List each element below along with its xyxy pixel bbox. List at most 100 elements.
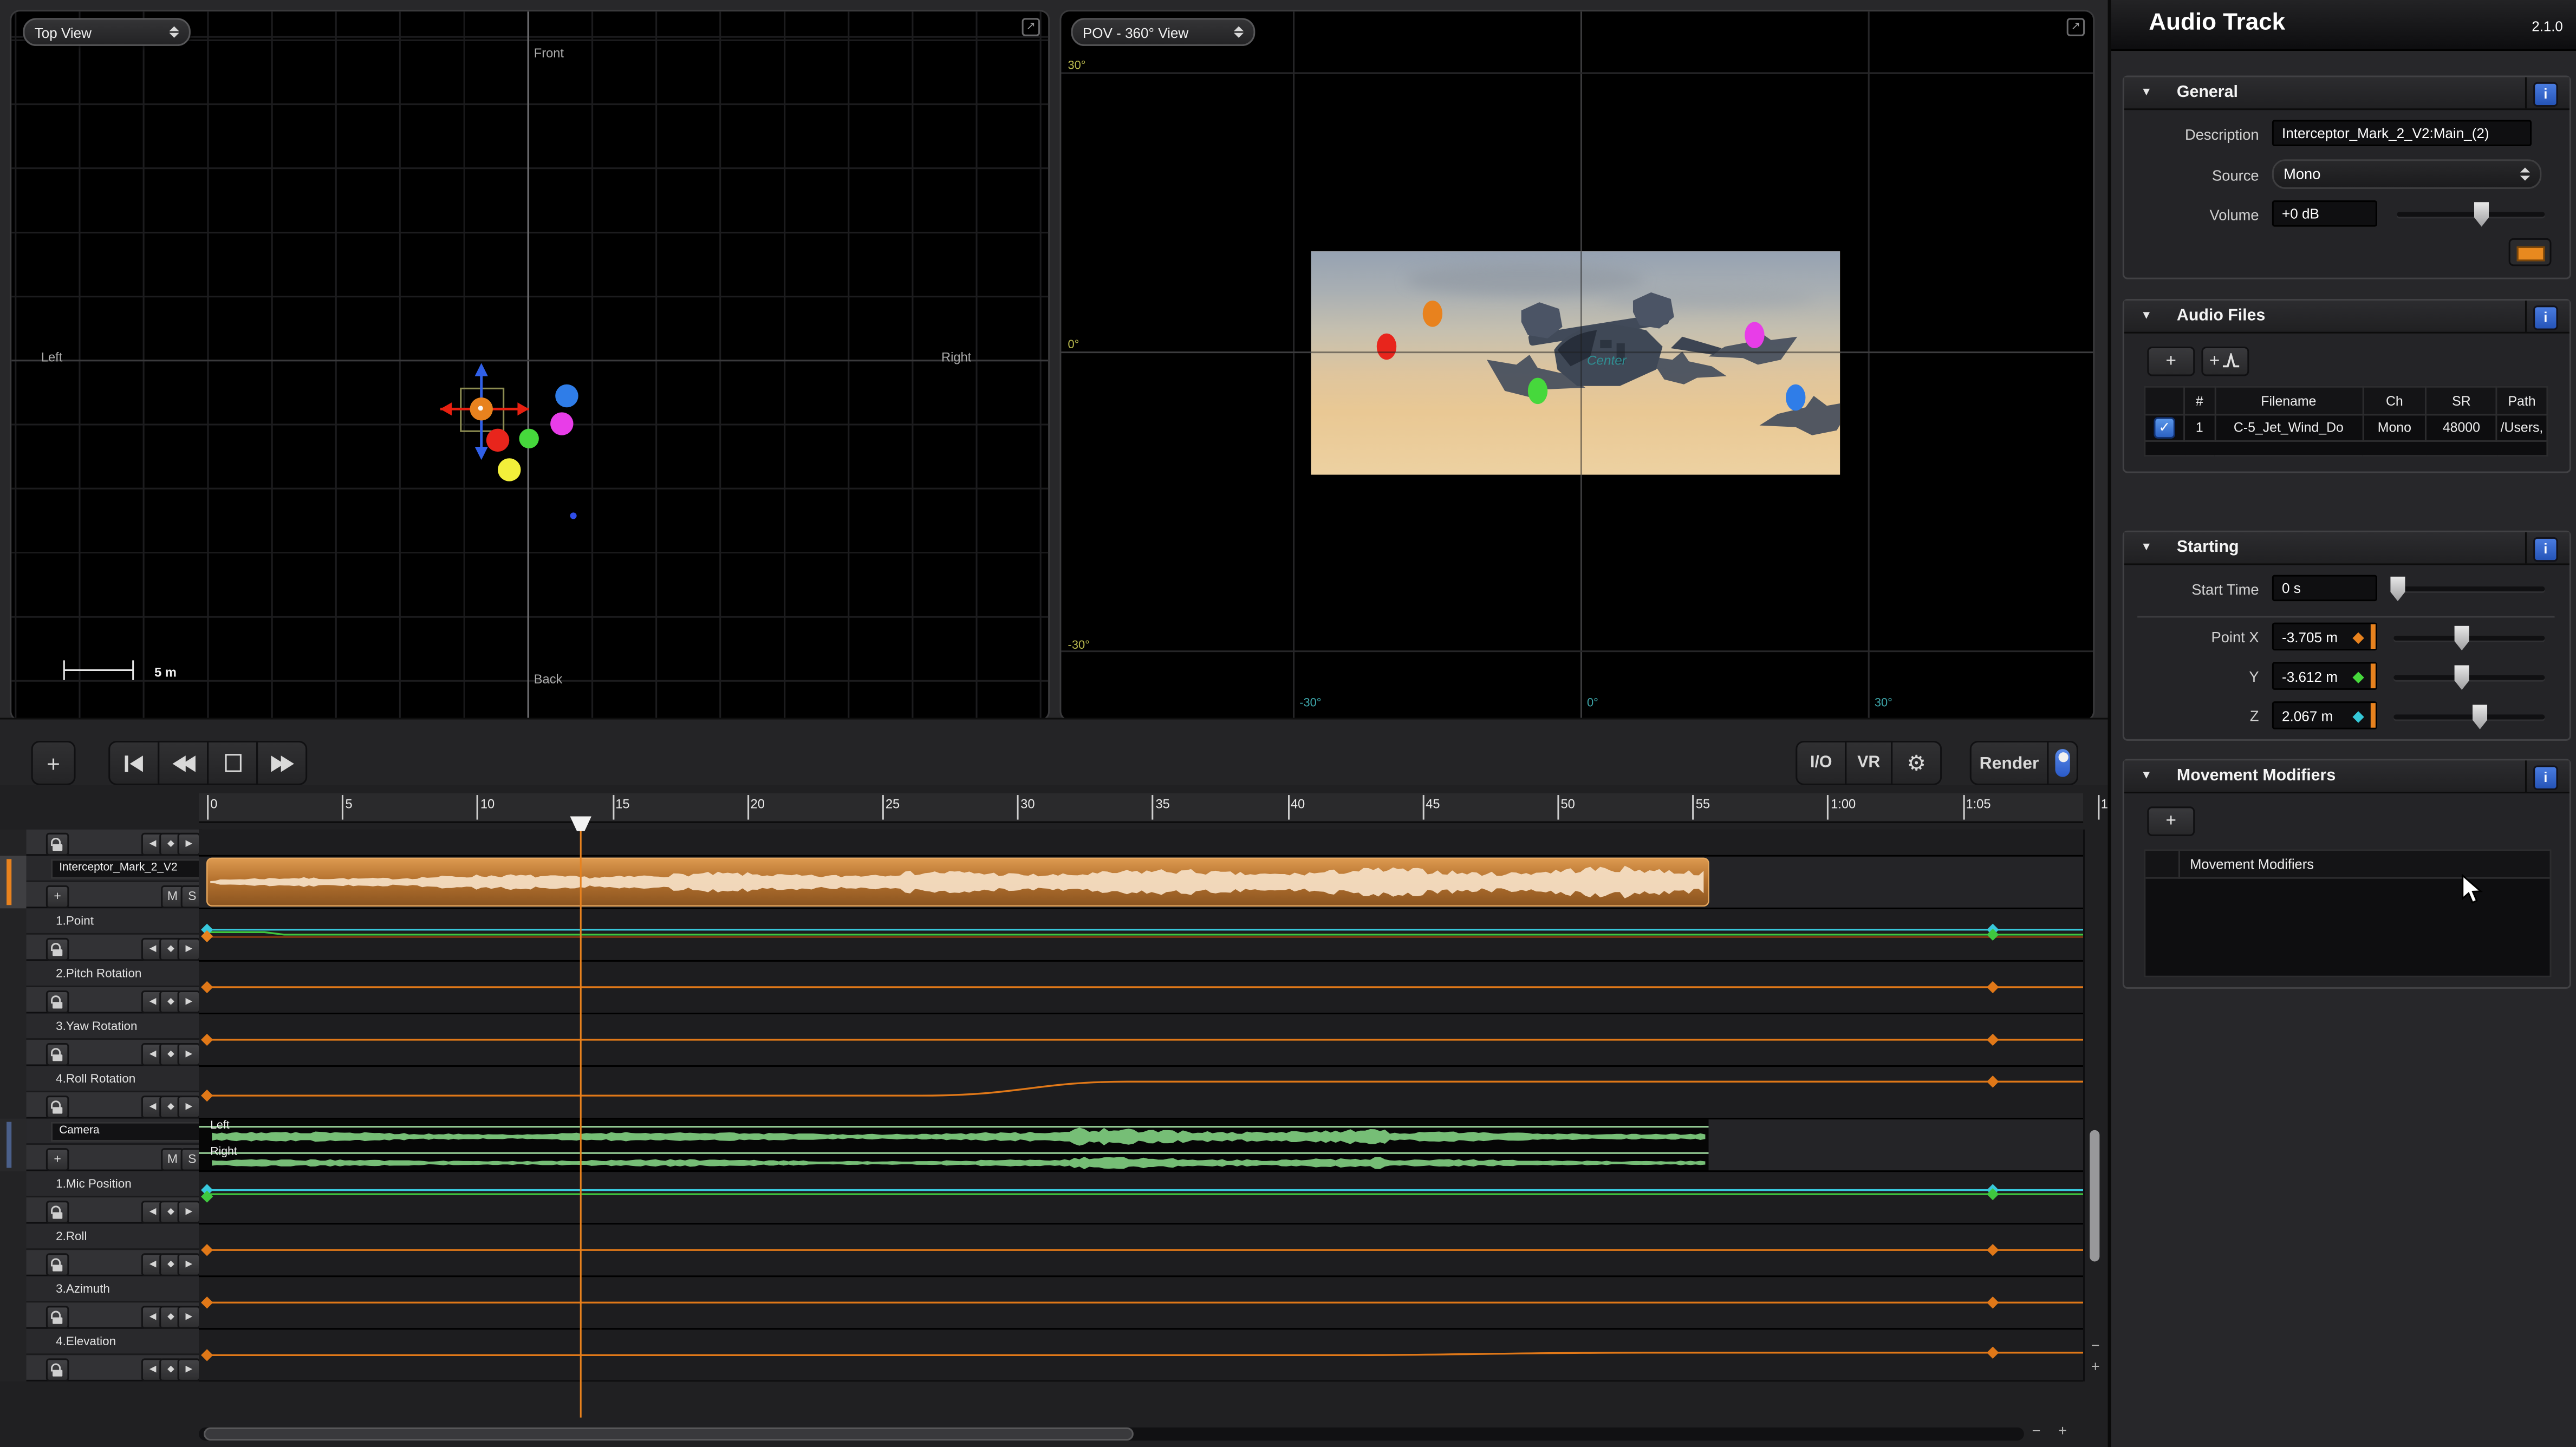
skip-to-start-button[interactable] [108,741,159,785]
next-keyframe-button[interactable]: ▶ [178,1253,200,1275]
movement-modifiers-table[interactable]: Movement Modifiers [2144,849,2551,977]
point-z-slider-handle[interactable] [2473,705,2487,729]
lock-icon[interactable] [46,1253,69,1275]
next-keyframe-button[interactable]: ▶ [178,1305,200,1328]
add-movement-modifier-button[interactable]: + [2147,806,2195,836]
section-starting-header[interactable]: ▼ Starting i [2124,532,2570,565]
collapse-triangle-icon[interactable]: ▼ [2141,310,2152,322]
start-time-field[interactable]: 0 s [2272,575,2377,602]
section-audio-files-header[interactable]: ▼ Audio Files i [2124,301,2570,334]
track-select-column[interactable] [0,856,27,908]
track-row-4.Roll Rotation[interactable]: 4.Roll Rotation [27,1066,199,1093]
next-keyframe-button[interactable]: ▶ [178,989,200,1012]
track-select-column[interactable] [0,1119,27,1171]
lock-icon[interactable] [46,1358,69,1380]
description-field[interactable]: Interceptor_Mark_2_V2:Main_(2) [2272,120,2532,146]
point-x-slider-handle[interactable] [2455,626,2469,650]
add-audio-file-waveform-button[interactable]: + [2201,347,2249,376]
collapse-triangle-icon[interactable]: ▼ [2141,87,2152,99]
info-icon[interactable]: i [2533,765,2558,790]
vertical-scrollbar[interactable] [2090,1130,2099,1262]
track-row-3.Azimuth[interactable]: 3.Azimuth [27,1276,199,1303]
lock-icon[interactable] [46,989,69,1012]
collapse-triangle-icon[interactable]: ▼ [2141,542,2152,553]
add-automation-button[interactable]: + [46,884,69,907]
marker-orange[interactable] [1423,301,1442,327]
point-x-field[interactable]: -3.705 m [2272,623,2377,651]
info-icon[interactable]: i [2533,537,2558,562]
keyframe-diamond-z[interactable] [2352,711,2364,722]
track-row-3.Yaw Rotation[interactable]: 3.Yaw Rotation [27,1013,199,1040]
stop-button[interactable] [207,741,258,785]
audio-files-table[interactable]: # Filename Ch SR Path ✓ 1 C-5_Jet_Wind_D… [2144,386,2548,457]
track-row-1.Point[interactable]: 1.Point [27,908,199,935]
point-y-field[interactable]: -3.612 m [2272,662,2377,690]
pov-viewport[interactable]: Center 30° 0° -30° -30° 0° 30° POV - 360… [1059,10,2094,721]
fast-forward-button[interactable] [256,741,307,785]
next-keyframe-button[interactable]: ▶ [178,937,200,960]
info-icon[interactable]: i [2533,82,2558,107]
render-button[interactable]: Render [1970,741,2049,785]
settings-gear-button[interactable]: ⚙ [1891,741,1942,785]
pov-view-selector[interactable]: POV - 360° View [1071,18,1256,46]
collapse-triangle-icon[interactable]: ▼ [2141,771,2152,782]
marker-green[interactable] [1528,378,1547,405]
lock-icon[interactable] [46,1095,69,1118]
keyframe-diamond-y[interactable] [2352,672,2364,683]
zoom-out-vertical-button[interactable]: − [2085,1337,2106,1353]
io-button[interactable]: I/O [1796,741,1846,785]
next-keyframe-button[interactable]: ▶ [178,832,200,855]
section-general-header[interactable]: ▼ General i [2124,77,2570,110]
next-keyframe-button[interactable]: ▶ [178,1042,200,1065]
zoom-in-vertical-button[interactable]: + [2085,1358,2106,1374]
track-row-Camera[interactable]: Camera [27,1119,199,1145]
source-small-blue[interactable] [570,512,577,519]
point-x-slider[interactable] [2393,636,2545,641]
track-row-4.Elevation[interactable]: 4.Elevation [27,1329,199,1355]
volume-slider[interactable] [2397,212,2545,217]
lock-icon[interactable] [46,937,69,960]
source-green[interactable] [519,429,538,448]
horizontal-scroll-track[interactable] [199,1428,2024,1441]
start-time-slider[interactable] [2393,586,2545,591]
lock-icon[interactable] [46,1042,69,1065]
next-keyframe-button[interactable]: ▶ [178,1095,200,1118]
horizontal-scrollbar[interactable] [204,1428,1134,1441]
add-audio-file-button[interactable]: + [2147,347,2195,376]
playhead-handle[interactable] [570,816,591,831]
lock-icon[interactable] [46,1200,69,1223]
source-blue[interactable] [555,384,578,407]
track-lanes[interactable]: Left Right [199,830,2083,1381]
point-y-slider-handle[interactable] [2455,665,2469,689]
track-name-box[interactable]: Camera [51,1122,205,1142]
source-magenta[interactable] [550,412,573,435]
info-icon[interactable]: i [2533,305,2558,330]
file-checkbox[interactable]: ✓ [2154,417,2175,438]
track-row-2.Pitch Rotation[interactable]: 2.Pitch Rotation [27,961,199,987]
volume-field[interactable]: +0 dB [2272,200,2377,227]
marker-blue[interactable] [1786,384,1805,411]
marker-red[interactable] [1377,334,1396,360]
selected-source[interactable] [470,397,492,420]
source-yellow[interactable] [498,458,521,481]
view-selector[interactable]: Top View [23,18,190,46]
source-select[interactable]: Mono [2272,159,2541,189]
track-row-1.Mic Position[interactable]: 1.Mic Position [27,1171,199,1198]
point-z-field[interactable]: 2.067 m [2272,701,2377,729]
marker-magenta[interactable] [1745,322,1764,348]
section-movement-header[interactable]: ▼ Movement Modifiers i [2124,760,2570,793]
render-toggle[interactable] [2047,741,2078,785]
point-z-slider[interactable] [2393,714,2545,719]
keyframe-diamond-x[interactable] [2352,633,2364,644]
next-keyframe-button[interactable]: ▶ [178,1200,200,1223]
track-name-box[interactable]: Interceptor_Mark_2_V2 [51,859,205,878]
volume-slider-handle[interactable] [2474,202,2489,226]
lock-icon[interactable] [46,832,69,855]
expand-icon[interactable]: ↗ [2067,18,2085,36]
time-ruler[interactable]: 05101520253035404550551:001:051:10 [199,793,2083,823]
rewind-button[interactable] [158,741,209,785]
playhead-line[interactable] [580,822,582,1418]
track-color-swatch[interactable] [2509,238,2552,266]
lock-icon[interactable] [46,1305,69,1328]
top-view-viewport[interactable]: Front Back Left Right 5 m Top View ↗ [10,10,1050,721]
